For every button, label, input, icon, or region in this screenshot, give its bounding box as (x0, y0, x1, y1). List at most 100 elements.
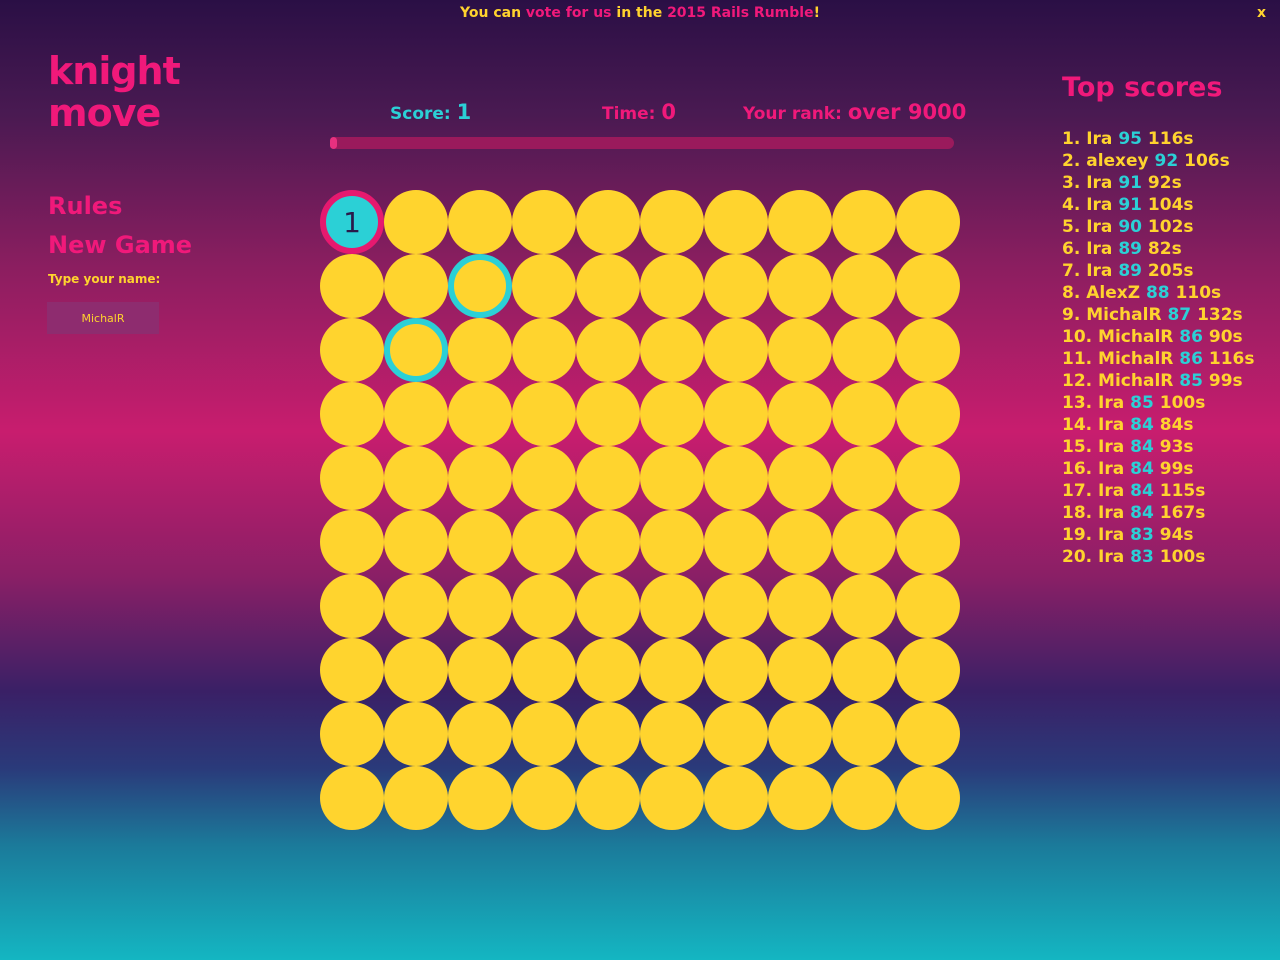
board-cell[interactable] (448, 702, 512, 766)
board-cell-available[interactable] (448, 254, 512, 318)
board-cell[interactable] (704, 254, 768, 318)
board-cell[interactable] (896, 510, 960, 574)
board-cell[interactable] (640, 254, 704, 318)
rails-rumble-link[interactable]: 2015 Rails Rumble (667, 5, 814, 21)
board-cell[interactable] (640, 574, 704, 638)
board-cell[interactable] (448, 638, 512, 702)
board-cell[interactable] (512, 318, 576, 382)
board-cell[interactable] (640, 766, 704, 830)
board-cell[interactable] (512, 254, 576, 318)
board-cell[interactable] (384, 766, 448, 830)
board-cell[interactable] (896, 766, 960, 830)
board-cell[interactable] (768, 446, 832, 510)
board-cell[interactable] (896, 446, 960, 510)
board-cell[interactable] (704, 702, 768, 766)
board-cell[interactable] (512, 766, 576, 830)
board-cell[interactable] (384, 510, 448, 574)
board-cell[interactable] (832, 318, 896, 382)
board-cell[interactable] (448, 510, 512, 574)
board-cell[interactable] (320, 638, 384, 702)
board-cell[interactable] (512, 510, 576, 574)
board-cell[interactable] (512, 574, 576, 638)
board-cell[interactable] (704, 382, 768, 446)
board-cell[interactable] (640, 382, 704, 446)
board-cell[interactable] (512, 638, 576, 702)
new-game-link[interactable]: New Game (48, 231, 192, 259)
board-cell[interactable] (896, 318, 960, 382)
vote-link[interactable]: vote for us (526, 5, 612, 21)
board-cell[interactable] (384, 574, 448, 638)
board-cell[interactable] (576, 766, 640, 830)
board-cell[interactable] (640, 702, 704, 766)
board-cell[interactable] (640, 446, 704, 510)
board-cell[interactable] (384, 702, 448, 766)
close-banner-button[interactable]: x (1257, 0, 1266, 26)
board-cell[interactable] (896, 702, 960, 766)
board-cell[interactable] (768, 318, 832, 382)
board-cell[interactable] (512, 382, 576, 446)
board-cell[interactable] (768, 254, 832, 318)
board-cell[interactable] (832, 766, 896, 830)
board-cell[interactable] (512, 702, 576, 766)
board-cell[interactable] (832, 510, 896, 574)
board-cell[interactable] (576, 446, 640, 510)
board-cell[interactable] (704, 766, 768, 830)
rules-link[interactable]: Rules (48, 192, 122, 220)
board-cell[interactable] (832, 446, 896, 510)
board-cell[interactable] (640, 638, 704, 702)
board-cell[interactable] (320, 574, 384, 638)
board-cell-available[interactable] (384, 318, 448, 382)
board-cell[interactable] (768, 382, 832, 446)
board-cell[interactable] (896, 254, 960, 318)
board-cell[interactable] (576, 318, 640, 382)
board-cell[interactable] (768, 638, 832, 702)
board-cell[interactable] (448, 446, 512, 510)
board-cell[interactable] (640, 190, 704, 254)
board-cell[interactable] (704, 574, 768, 638)
board-cell[interactable] (768, 190, 832, 254)
board-cell[interactable] (576, 702, 640, 766)
board-cell[interactable] (768, 574, 832, 638)
board-cell[interactable] (384, 254, 448, 318)
board-cell[interactable] (832, 702, 896, 766)
board-cell[interactable] (320, 254, 384, 318)
board-cell[interactable] (704, 638, 768, 702)
board-cell[interactable] (704, 190, 768, 254)
player-name-input[interactable] (47, 302, 159, 334)
board-cell-current[interactable]: 1 (320, 190, 384, 254)
board-cell[interactable] (896, 638, 960, 702)
board-cell[interactable] (512, 446, 576, 510)
board-cell[interactable] (576, 190, 640, 254)
board-cell[interactable] (576, 638, 640, 702)
board-cell[interactable] (320, 382, 384, 446)
board-cell[interactable] (576, 254, 640, 318)
board-cell[interactable] (320, 446, 384, 510)
board-cell[interactable] (704, 446, 768, 510)
board-cell[interactable] (640, 318, 704, 382)
board-cell[interactable] (384, 190, 448, 254)
board-cell[interactable] (448, 318, 512, 382)
board-cell[interactable] (448, 574, 512, 638)
board-cell[interactable] (768, 702, 832, 766)
board-cell[interactable] (640, 510, 704, 574)
board-cell[interactable] (896, 382, 960, 446)
board-cell[interactable] (704, 510, 768, 574)
board-cell[interactable] (832, 574, 896, 638)
board-cell[interactable] (576, 510, 640, 574)
board-cell[interactable] (448, 766, 512, 830)
board-cell[interactable] (768, 766, 832, 830)
board-cell[interactable] (832, 254, 896, 318)
board-cell[interactable] (320, 702, 384, 766)
board-cell[interactable] (832, 382, 896, 446)
board-cell[interactable] (576, 382, 640, 446)
board-cell[interactable] (320, 510, 384, 574)
board-cell[interactable] (832, 638, 896, 702)
board-cell[interactable] (384, 638, 448, 702)
board-cell[interactable] (768, 510, 832, 574)
board-cell[interactable] (896, 190, 960, 254)
board-cell[interactable] (576, 574, 640, 638)
board-cell[interactable] (384, 382, 448, 446)
board-cell[interactable] (512, 190, 576, 254)
board-cell[interactable] (896, 574, 960, 638)
board-cell[interactable] (448, 190, 512, 254)
